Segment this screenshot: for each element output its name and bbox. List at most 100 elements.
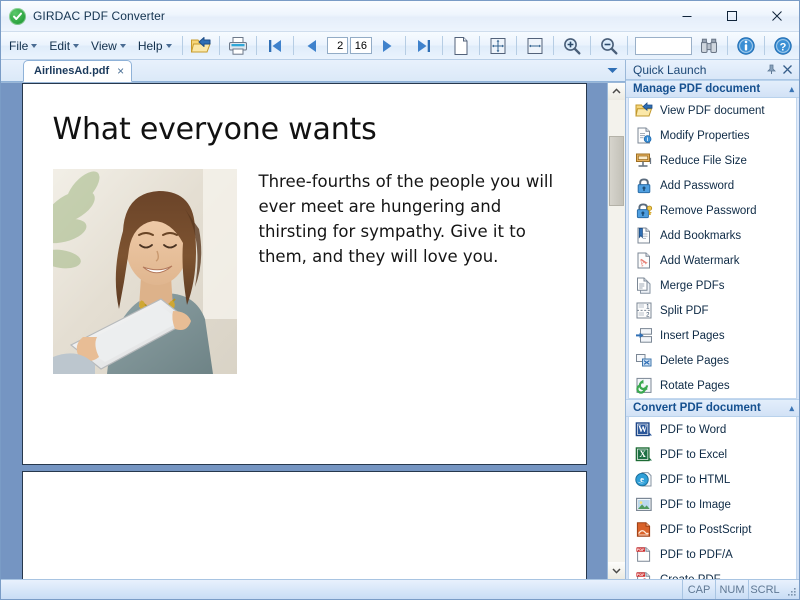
window-title: GIRDAC PDF Converter — [33, 9, 165, 23]
menu-help[interactable]: Help — [132, 36, 178, 56]
fit-page-icon — [488, 36, 508, 56]
minimize-button[interactable] — [664, 1, 709, 30]
page-icon — [452, 36, 470, 56]
tab-close-icon[interactable]: × — [117, 65, 124, 77]
scroll-up-button[interactable] — [608, 83, 625, 100]
chevron-down-icon — [612, 567, 621, 574]
menu-help-label: Help — [138, 39, 163, 53]
help-button[interactable]: ? — [769, 33, 797, 58]
quick-launch-item-reduce-file-size[interactable]: Reduce File Size — [629, 148, 796, 173]
quick-launch-item-create-pdf[interactable]: PDFA Create PDF — [629, 567, 796, 579]
quick-launch-item-view-pdf-document[interactable]: View PDF document — [629, 98, 796, 123]
quick-launch-item-merge-pdfs[interactable]: Merge PDFs — [629, 273, 796, 298]
search-input[interactable] — [635, 37, 692, 55]
first-page-button[interactable] — [261, 33, 289, 58]
quick-launch-item-rotate-pages[interactable]: Rotate Pages — [629, 373, 796, 398]
quick-launch-item-label: View PDF document — [660, 105, 765, 117]
quick-launch-item-remove-password[interactable]: Remove Password — [629, 198, 796, 223]
menu-view[interactable]: View — [85, 36, 132, 56]
zoom-out-button[interactable] — [595, 33, 623, 58]
zoom-in-button[interactable] — [558, 33, 586, 58]
svg-text:e: e — [640, 474, 644, 484]
document-vertical-scrollbar[interactable] — [607, 83, 625, 579]
quick-launch-item-label: PDF to Excel — [660, 449, 727, 461]
pages-container[interactable]: What everyone wants — [1, 83, 607, 579]
quick-launch-item-add-bookmarks[interactable]: Add Bookmarks — [629, 223, 796, 248]
quick-launch-item-label: PDF to PostScript — [660, 524, 751, 536]
quick-launch-scroll[interactable]: Manage PDF document ▴ View PDF document … — [626, 80, 799, 579]
quick-launch-item-add-watermark[interactable]: A Add Watermark — [629, 248, 796, 273]
toolbar-separator — [516, 36, 517, 55]
quick-launch-title: Quick Launch — [633, 63, 706, 77]
pin-icon[interactable] — [763, 64, 779, 75]
menu-edit[interactable]: Edit — [43, 36, 85, 56]
quick-launch-item-modify-properties[interactable]: i Modify Properties — [629, 123, 796, 148]
info-icon — [736, 36, 756, 56]
toolbar-separator — [727, 36, 728, 55]
postscript-icon — [634, 520, 653, 539]
quick-launch-item-pdf-to-postscript[interactable]: PDF to PostScript — [629, 517, 796, 542]
scrollbar-track[interactable] — [608, 100, 625, 562]
main-body: AirlinesAd.pdf × What everyone wants — [1, 60, 799, 579]
quick-launch-item-label: Add Watermark — [660, 255, 739, 267]
browser-icon: e — [634, 470, 653, 489]
printer-icon — [227, 36, 249, 56]
scroll-down-button[interactable] — [608, 562, 625, 579]
chevron-up-icon[interactable]: ▴ — [789, 403, 794, 414]
group-title: Convert PDF document — [633, 402, 761, 414]
toolbar: File Edit View Help — [1, 32, 799, 60]
quick-launch-item-pdf-to-excel[interactable]: X PDF to Excel — [629, 442, 796, 467]
quick-launch-panel: Quick Launch Manage PDF document ▴ — [625, 60, 799, 579]
quick-launch-item-pdf-to-html[interactable]: e PDF to HTML — [629, 467, 796, 492]
last-page-button[interactable] — [410, 33, 438, 58]
quick-launch-item-pdf-to-image[interactable]: PDF to Image — [629, 492, 796, 517]
quick-launch-item-label: Reduce File Size — [660, 155, 747, 167]
quick-launch-item-pdf-to-pdfa[interactable]: PDF PDF to PDF/A — [629, 542, 796, 567]
quick-launch-item-label: Merge PDFs — [660, 280, 725, 292]
quick-launch-item-pdf-to-word[interactable]: W PDF to Word — [629, 417, 796, 442]
resize-grip-icon[interactable] — [781, 580, 799, 599]
print-button[interactable] — [224, 33, 252, 58]
quick-launch-item-insert-pages[interactable]: Insert Pages — [629, 323, 796, 348]
split-document-icon: 12 — [634, 301, 653, 320]
fit-width-button[interactable] — [521, 33, 549, 58]
toolbar-separator — [479, 36, 480, 55]
chevron-down-icon — [120, 44, 126, 48]
chevron-down-icon — [606, 66, 619, 75]
group-header-manage-pdf-document[interactable]: Manage PDF document ▴ — [626, 80, 799, 98]
fit-page-button[interactable] — [484, 33, 512, 58]
quick-launch-item-add-password[interactable]: Add Password — [629, 173, 796, 198]
tab-airlinesad-pdf[interactable]: AirlinesAd.pdf × — [23, 60, 132, 82]
status-scrl: SCRL — [748, 580, 781, 599]
pdf-page-3 — [22, 471, 587, 579]
chevron-down-icon — [31, 44, 37, 48]
status-bar: CAP NUM SCRL — [1, 579, 799, 599]
quick-launch-item-label: PDF to HTML — [660, 474, 730, 486]
open-button[interactable] — [187, 33, 215, 58]
quick-launch-item-split-pdf[interactable]: 12 Split PDF — [629, 298, 796, 323]
close-button[interactable] — [754, 1, 799, 30]
current-page-input[interactable]: 2 — [327, 37, 349, 54]
quick-launch-item-delete-pages[interactable]: Delete Pages — [629, 348, 796, 373]
scrollbar-thumb[interactable] — [609, 136, 624, 206]
maximize-button[interactable] — [709, 1, 754, 30]
document-info-icon: i — [634, 126, 653, 145]
previous-page-button[interactable] — [298, 33, 326, 58]
actual-size-button[interactable] — [447, 33, 475, 58]
chevron-up-icon[interactable]: ▴ — [789, 84, 794, 95]
excel-icon: X — [634, 445, 653, 464]
info-button[interactable] — [732, 33, 760, 58]
find-button[interactable] — [695, 33, 723, 58]
quick-launch-close-icon[interactable] — [779, 64, 795, 75]
toolbar-separator — [256, 36, 257, 55]
help-icon: ? — [773, 36, 793, 56]
group-header-convert-pdf-document[interactable]: Convert PDF document ▴ — [626, 399, 799, 417]
tab-list-dropdown[interactable] — [606, 64, 619, 78]
bookmark-icon — [634, 226, 653, 245]
menu-file[interactable]: File — [3, 36, 43, 56]
toolbar-separator — [293, 36, 294, 55]
page-title: What everyone wants — [53, 112, 556, 147]
quick-launch-item-label: Modify Properties — [660, 130, 749, 142]
next-page-button[interactable] — [373, 33, 401, 58]
tab-strip: AirlinesAd.pdf × — [1, 60, 625, 82]
